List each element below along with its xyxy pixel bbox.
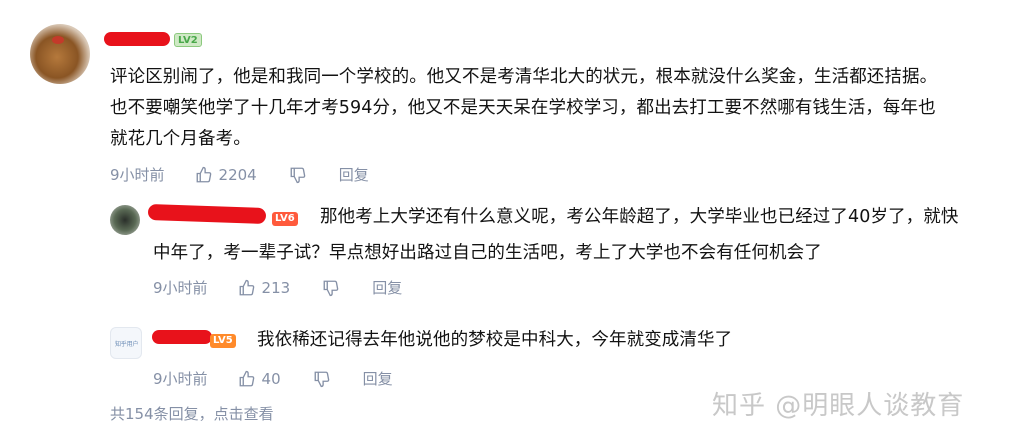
comment-text: 评论区别闹了，他是和我同一个学校的。他又不是考清华北大的状元，根本就没什么奖金，… bbox=[110, 62, 1000, 155]
reply-text: 我依稀还记得去年他说他的梦校是中科大，今年就变成清华了 bbox=[257, 325, 997, 356]
like-button[interactable]: 213 bbox=[238, 278, 291, 297]
redacted-username[interactable] bbox=[147, 203, 267, 225]
like-button[interactable]: 2204 bbox=[195, 166, 257, 184]
redacted-username[interactable] bbox=[104, 32, 170, 46]
dislike-button[interactable] bbox=[313, 370, 331, 388]
avatar[interactable] bbox=[110, 205, 140, 235]
timestamp: 9小时前 bbox=[153, 279, 208, 297]
timestamp: 9小时前 bbox=[110, 166, 165, 184]
reply-button[interactable]: 回复 bbox=[339, 164, 369, 185]
reply-line: 那他考上大学还有什么意义呢，考公年龄超了，大学毕业也已经过了40岁了，就快 bbox=[320, 207, 959, 227]
watermark: 知乎 @明眼人谈教育 bbox=[712, 391, 965, 421]
like-button[interactable]: 40 bbox=[238, 370, 281, 388]
reply-meta: 9小时前 213 回复 bbox=[153, 277, 402, 298]
thumbs-down-icon bbox=[323, 280, 339, 296]
more-replies-link[interactable]: 共154条回复，点击查看 bbox=[110, 403, 274, 424]
like-count: 40 bbox=[261, 369, 281, 388]
thumbs-down-icon bbox=[314, 371, 329, 387]
like-count: 213 bbox=[261, 278, 291, 297]
dislike-button[interactable] bbox=[289, 166, 307, 184]
thumbs-up-icon bbox=[196, 166, 211, 182]
like-count: 2204 bbox=[218, 165, 257, 184]
reply-meta: 9小时前 40 回复 bbox=[153, 368, 393, 389]
avatar-text: 知乎用户 bbox=[115, 341, 139, 348]
redacted-username[interactable] bbox=[152, 330, 212, 344]
comment-line: 就花几个月备考。 bbox=[110, 129, 251, 149]
avatar[interactable]: 知乎用户 bbox=[110, 327, 142, 359]
comment-meta: 9小时前 2204 回复 bbox=[110, 164, 369, 185]
dislike-button[interactable] bbox=[322, 279, 340, 297]
user-level-badge: LV6 bbox=[272, 212, 298, 226]
reply-line: 我依稀还记得去年他说他的梦校是中科大，今年就变成清华了 bbox=[257, 330, 733, 350]
reply-line: 中年了，考一辈子试？早点想好出路过自己的生活吧，考上了大学也不会有任何机会了 bbox=[153, 243, 822, 263]
reply-text: 那他考上大学还有什么意义呢，考公年龄超了，大学毕业也已经过了40岁了，就快 bbox=[320, 202, 1000, 233]
avatar[interactable] bbox=[30, 24, 90, 84]
reply-button[interactable]: 回复 bbox=[363, 368, 393, 389]
comment-line: 评论区别闹了，他是和我同一个学校的。他又不是考清华北大的状元，根本就没什么奖金，… bbox=[110, 67, 938, 87]
avatar-detail bbox=[52, 36, 64, 44]
user-level-badge: LV5 bbox=[210, 334, 236, 348]
thumbs-down-icon bbox=[290, 167, 306, 183]
thumbs-up-icon bbox=[239, 370, 254, 386]
thumbs-up-icon bbox=[239, 279, 254, 295]
comment-line: 也不要嘲笑他学了十几年才考594分，他又不是天天呆在学校学习，都出去打工要不然哪… bbox=[110, 98, 936, 118]
reply-text-continued: 中年了，考一辈子试？早点想好出路过自己的生活吧，考上了大学也不会有任何机会了 bbox=[153, 238, 1003, 269]
reply-button[interactable]: 回复 bbox=[372, 277, 402, 298]
timestamp: 9小时前 bbox=[153, 370, 208, 388]
user-level-badge: LV2 bbox=[174, 33, 202, 47]
